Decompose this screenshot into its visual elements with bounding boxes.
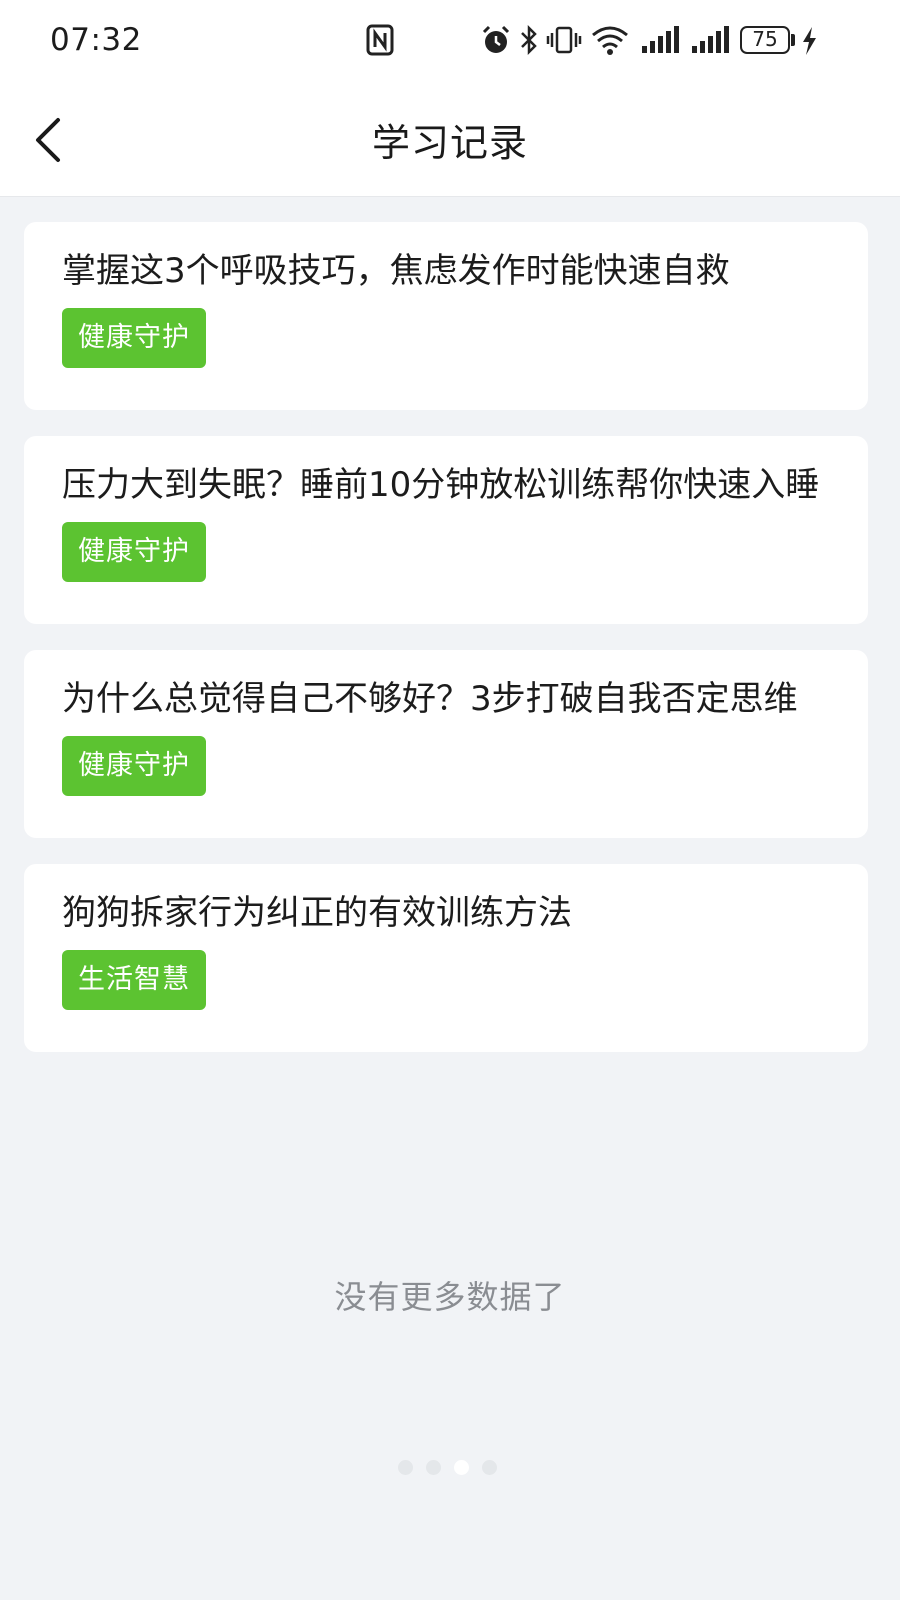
nav-bar: 学习记录 (0, 82, 900, 197)
page-dot (482, 1460, 497, 1475)
category-tag: 健康守护 (62, 308, 206, 368)
record-card[interactable]: 掌握这3个呼吸技巧，焦虑发作时能快速自救 健康守护 (24, 222, 868, 410)
category-tag: 生活智慧 (62, 950, 206, 1010)
battery-cap (791, 34, 795, 46)
signal-icon (692, 26, 729, 53)
charging-icon (803, 27, 816, 55)
vibrate-icon (546, 26, 582, 54)
bluetooth-icon (521, 24, 537, 56)
page-title: 学习记录 (371, 121, 528, 165)
alarm-icon (482, 25, 510, 53)
page-dot-active (454, 1460, 469, 1475)
wifi-icon (592, 26, 628, 55)
record-card[interactable]: 狗狗拆家行为纠正的有效训练方法 生活智慧 (24, 864, 868, 1052)
record-card[interactable]: 压力大到失眠？睡前10分钟放松训练帮你快速入睡 健康守护 (24, 436, 868, 624)
status-bar: 07:32 75 (0, 0, 900, 82)
record-list: 掌握这3个呼吸技巧，焦虑发作时能快速自救 健康守护 压力大到失眠？睡前10分钟放… (24, 222, 868, 1078)
page-dot (426, 1460, 441, 1475)
record-title: 压力大到失眠？睡前10分钟放松训练帮你快速入睡 (62, 465, 820, 505)
record-title: 掌握这3个呼吸技巧，焦虑发作时能快速自救 (62, 251, 730, 291)
page-dot (398, 1460, 413, 1475)
no-more-data-text: 没有更多数据了 (334, 1278, 566, 1316)
battery-icon: 75 (740, 26, 790, 54)
battery-level: 75 (752, 27, 778, 51)
category-tag: 健康守护 (62, 522, 206, 582)
signal-icon (642, 26, 679, 53)
record-title: 狗狗拆家行为纠正的有效训练方法 (62, 893, 572, 933)
record-title: 为什么总觉得自己不够好？3步打破自我否定思维 (62, 679, 798, 719)
nfc-icon (366, 24, 394, 56)
record-card[interactable]: 为什么总觉得自己不够好？3步打破自我否定思维 健康守护 (24, 650, 868, 838)
status-time: 07:32 (50, 22, 142, 58)
category-tag: 健康守护 (62, 736, 206, 796)
